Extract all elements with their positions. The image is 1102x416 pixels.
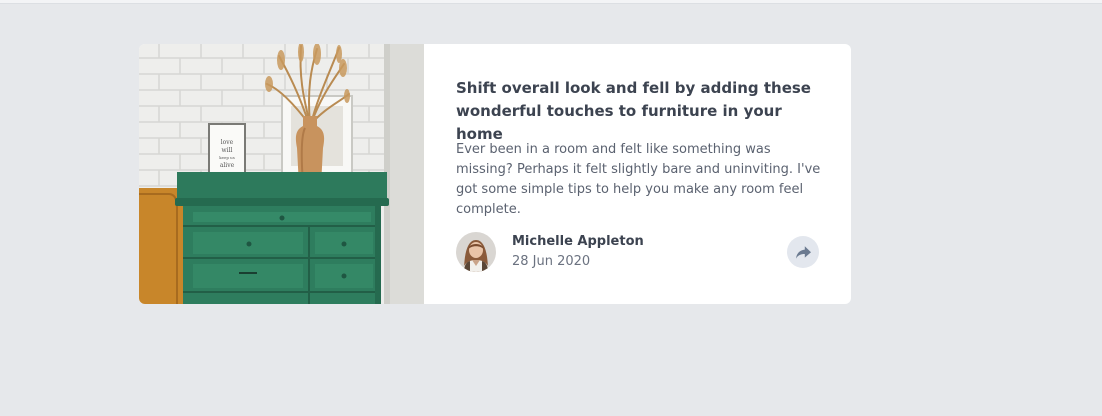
svg-text:keep us: keep us (219, 155, 235, 160)
post-date: 28 Jun 2020 (512, 254, 591, 269)
share-button[interactable] (787, 236, 819, 268)
article-excerpt: Ever been in a room and felt like someth… (456, 142, 821, 217)
svg-text:love: love (221, 139, 234, 146)
article-card: love will keep us alive Shift overall lo… (139, 44, 851, 304)
article-content: Shift overall look and fell by adding th… (424, 44, 851, 304)
svg-text:alive: alive (220, 162, 235, 169)
article-title[interactable]: Shift overall look and fell by adding th… (456, 77, 816, 146)
top-divider (0, 0, 1102, 4)
svg-text:will: will (222, 147, 233, 154)
avatar (456, 232, 496, 272)
share-icon (795, 245, 811, 259)
author-name: Michelle Appleton (512, 234, 644, 249)
drawers-photo: love will keep us alive (139, 44, 424, 304)
